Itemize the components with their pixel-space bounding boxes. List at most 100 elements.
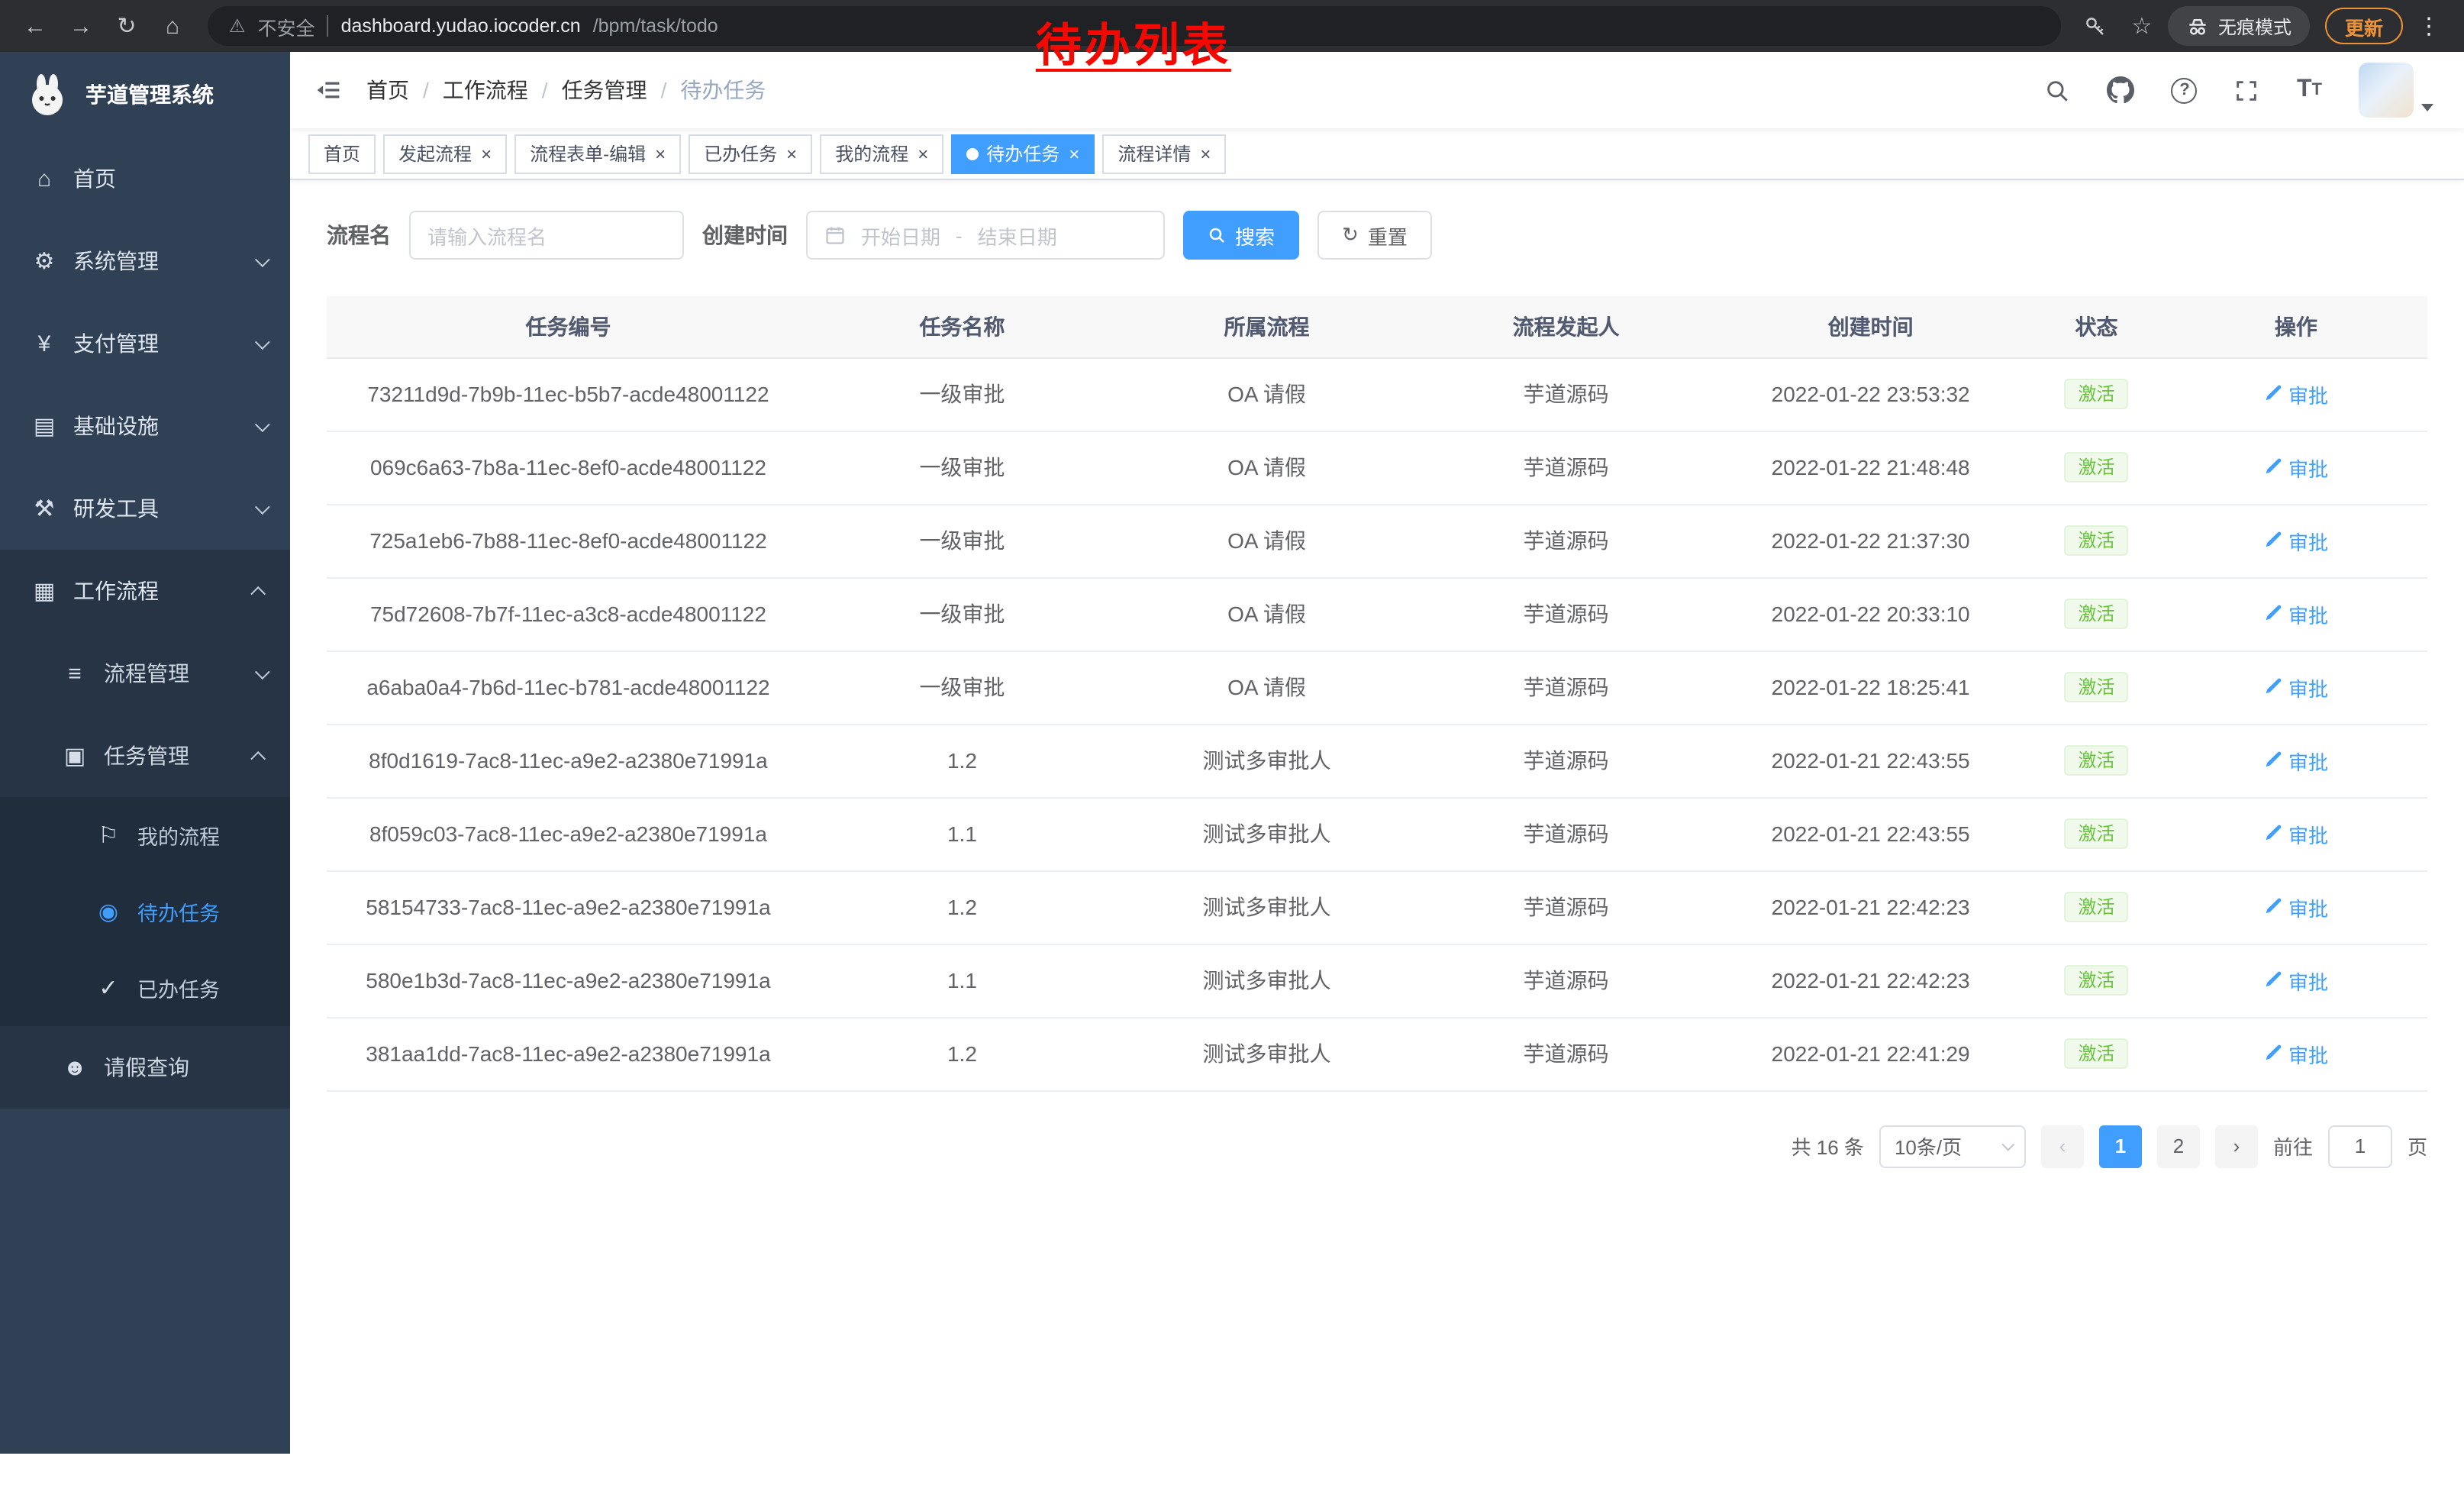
fullscreen-icon[interactable] — [2234, 77, 2260, 103]
app-logo[interactable]: 芋道管理系统 — [0, 52, 290, 137]
breadcrumb-item[interactable]: 任务管理 — [562, 75, 647, 105]
incognito-icon — [2186, 15, 2209, 37]
help-icon[interactable] — [2172, 77, 2198, 103]
breadcrumb-item[interactable]: 首页 — [366, 75, 409, 105]
prev-page-button[interactable]: ‹ — [2041, 1125, 2084, 1167]
approve-label: 审批 — [2288, 893, 2328, 922]
sidebar-toggle-icon[interactable] — [290, 76, 366, 104]
column-header-create-time: 创建时间 — [1713, 296, 2028, 357]
close-icon[interactable]: × — [918, 144, 928, 163]
breadcrumb-item-current: 待办任务 — [680, 75, 766, 105]
url-path: /bpm/task/todo — [593, 15, 718, 37]
sidebar-item-workflow[interactable]: ▦ 工作流程 — [0, 550, 290, 632]
tab-process-detail[interactable]: 流程详情 × — [1102, 134, 1226, 173]
page-button-1[interactable]: 1 — [2099, 1125, 2142, 1167]
sidebar-item-task-management[interactable]: ▣ 任务管理 — [0, 715, 290, 797]
process-name-input[interactable]: 请输入流程名 — [409, 211, 684, 260]
tab-label: 流程表单-编辑 — [530, 140, 646, 166]
approve-link[interactable]: 审批 — [2264, 673, 2328, 702]
table-row: 069c6a63-7b8a-11ec-8ef0-acde48001122 一级审… — [327, 431, 2427, 504]
tab-home[interactable]: 首页 — [308, 134, 376, 173]
sidebar-item-dev-tools[interactable]: ⚒ 研发工具 — [0, 467, 290, 550]
cell-initiator: 芋道源码 — [1419, 357, 1713, 431]
sidebar-item-system-management[interactable]: ⚙ 系统管理 — [0, 220, 290, 302]
cell-task-name: 一级审批 — [810, 577, 1114, 650]
close-icon[interactable]: × — [655, 144, 666, 163]
status-badge: 激活 — [2064, 965, 2128, 996]
search-button[interactable]: 搜索 — [1183, 211, 1299, 260]
close-icon[interactable]: × — [1200, 144, 1211, 163]
github-icon[interactable] — [2108, 76, 2135, 104]
status-badge: 激活 — [2064, 892, 2128, 922]
date-range-picker[interactable]: 开始日期 - 结束日期 — [806, 211, 1165, 260]
sidebar-item-label: 已办任务 — [137, 973, 220, 1003]
sidebar-item-infrastructure[interactable]: ▤ 基础设施 — [0, 385, 290, 467]
approve-link[interactable]: 审批 — [2264, 379, 2328, 408]
cell-task-name: 1.1 — [810, 944, 1114, 1017]
tab-launch-process[interactable]: 发起流程 × — [383, 134, 507, 173]
sidebar-item-payment-management[interactable]: ¥ 支付管理 — [0, 302, 290, 385]
tab-todo-tasks[interactable]: 待办任务 × — [951, 134, 1095, 173]
sidebar-item-my-process[interactable]: ⚐ 我的流程 — [0, 797, 290, 873]
url-host: dashboard.yudao.iocoder.cn — [341, 15, 581, 37]
close-icon[interactable]: × — [786, 144, 797, 163]
approve-link[interactable]: 审批 — [2264, 819, 2328, 848]
sidebar-item-home[interactable]: ⌂ 首页 — [0, 137, 290, 220]
approve-label: 审批 — [2288, 819, 2328, 848]
tab-process-form-edit[interactable]: 流程表单-编辑 × — [514, 134, 681, 173]
breadcrumb-separator: / — [661, 78, 667, 102]
omnibox-divider — [327, 15, 329, 37]
tab-my-process[interactable]: 我的流程 × — [820, 134, 943, 173]
cell-status: 激活 — [2028, 504, 2165, 577]
search-button-label: 搜索 — [1235, 221, 1275, 250]
breadcrumb-item[interactable]: 工作流程 — [443, 75, 528, 105]
browser-forward-button[interactable]: → — [61, 6, 101, 46]
grid-icon: ▣ — [61, 742, 89, 770]
approve-link[interactable]: 审批 — [2264, 746, 2328, 775]
sidebar-item-leave-query[interactable]: ☻ 请假查询 — [0, 1026, 290, 1109]
sidebar-item-done-tasks[interactable]: ✓ 已办任务 — [0, 950, 290, 1026]
page-button-2[interactable]: 2 — [2157, 1125, 2200, 1167]
font-size-icon[interactable] — [2297, 76, 2322, 104]
chevron-up-icon — [250, 750, 266, 766]
cell-task-name: 一级审批 — [810, 431, 1114, 504]
tab-label: 首页 — [324, 140, 360, 166]
goto-page-input[interactable]: 1 — [2328, 1125, 2392, 1167]
sidebar-item-process-management[interactable]: ≡ 流程管理 — [0, 632, 290, 715]
cell-create-time: 2022-01-22 21:48:48 — [1713, 431, 2028, 504]
page-size-value: 10条/页 — [1895, 1131, 1962, 1160]
close-icon[interactable]: × — [481, 144, 492, 163]
column-header-initiator: 流程发起人 — [1419, 296, 1713, 357]
tab-label: 待办任务 — [986, 140, 1059, 166]
column-header-process: 所属流程 — [1114, 296, 1419, 357]
user-menu[interactable] — [2359, 63, 2433, 118]
password-key-icon[interactable] — [2076, 6, 2116, 46]
close-icon[interactable]: × — [1069, 144, 1079, 163]
approve-link[interactable]: 审批 — [2264, 599, 2328, 628]
bookmark-star-icon[interactable]: ☆ — [2122, 6, 2162, 46]
browser-home-button[interactable]: ⌂ — [153, 6, 192, 46]
cell-create-time: 2022-01-22 20:33:10 — [1713, 577, 2028, 650]
reset-button[interactable]: ↻ 重置 — [1317, 211, 1432, 260]
browser-reload-button[interactable]: ↻ — [107, 6, 147, 46]
approve-link[interactable]: 审批 — [2264, 1039, 2328, 1068]
avatar[interactable] — [2359, 63, 2414, 118]
top-navbar: 首页 / 工作流程 / 任务管理 / 待办任务 — [290, 52, 2464, 128]
approve-link[interactable]: 审批 — [2264, 893, 2328, 922]
page-size-select[interactable]: 10条/页 — [1879, 1125, 2026, 1167]
chevron-down-icon — [255, 416, 270, 431]
range-separator: - — [956, 224, 963, 247]
approve-link[interactable]: 审批 — [2264, 526, 2328, 555]
browser-back-button[interactable]: ← — [15, 6, 55, 46]
approve-link[interactable]: 审批 — [2264, 966, 2328, 995]
next-page-button[interactable]: › — [2215, 1125, 2258, 1167]
chrome-update-button[interactable]: 更新 — [2325, 8, 2403, 44]
browser-menu-icon[interactable]: ⋮ — [2409, 6, 2449, 46]
sidebar-item-todo-tasks[interactable]: ◉ 待办任务 — [0, 873, 290, 950]
chevron-down-icon — [2001, 1138, 2014, 1151]
search-icon[interactable] — [2045, 77, 2071, 103]
cell-process: 测试多审批人 — [1114, 797, 1419, 870]
approve-link[interactable]: 审批 — [2264, 453, 2328, 482]
tab-done-tasks[interactable]: 已办任务 × — [689, 134, 812, 173]
workflow-icon: ▦ — [31, 577, 58, 605]
